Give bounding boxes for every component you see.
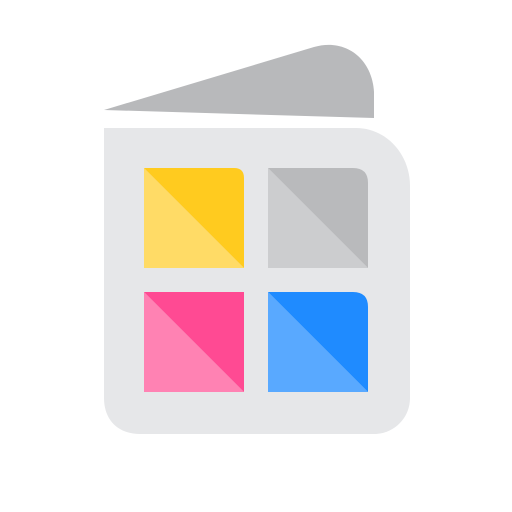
tile-gray <box>268 168 368 268</box>
gallery-book-icon <box>104 44 410 434</box>
tile-pink <box>144 292 244 392</box>
app-icon-canvas <box>0 0 512 512</box>
tile-blue <box>268 292 368 392</box>
tile-yellow <box>144 168 244 268</box>
cover-top-flap <box>104 44 374 118</box>
